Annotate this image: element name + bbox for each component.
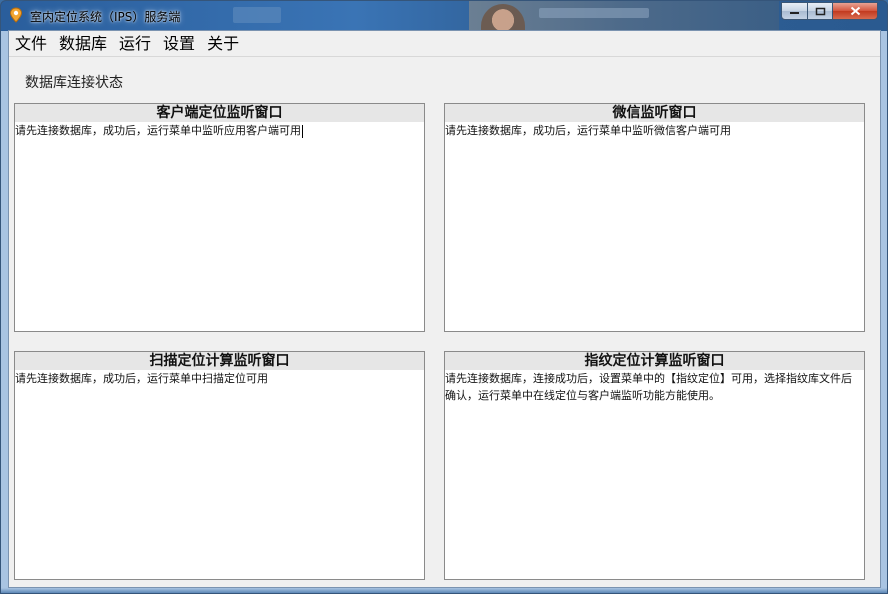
location-pin-icon (9, 7, 23, 23)
menu-settings[interactable]: 设置 (157, 31, 201, 56)
menu-database[interactable]: 数据库 (53, 31, 113, 56)
panel-log-text: 请先连接数据库，连接成功后，设置菜单中的【指纹定位】可用，选择指纹库文件后确认，… (445, 372, 852, 402)
panel-log-textarea[interactable]: 请先连接数据库，连接成功后，设置菜单中的【指纹定位】可用，选择指纹库文件后确认，… (445, 370, 864, 404)
client-area: 文件 数据库 运行 设置 关于 数据库连接状态 客户端定位监听窗口 请先连接数据… (8, 30, 881, 588)
window-bottom-border (1, 588, 887, 593)
title-bar[interactable]: 室内定位系统（IPS）服务端 (1, 1, 887, 31)
panel-title: 扫描定位计算监听窗口 (15, 352, 424, 370)
maximize-icon (815, 7, 825, 15)
panel-title: 指纹定位计算监听窗口 (445, 352, 864, 370)
wechat-monitor-panel: 微信监听窗口 请先连接数据库，成功后，运行菜单中监听微信客户端可用 (444, 103, 865, 332)
panel-log-textarea[interactable]: 请先连接数据库，成功后，运行菜单中监听应用客户端可用 (15, 122, 424, 139)
text-caret (302, 124, 303, 138)
client-location-monitor-panel: 客户端定位监听窗口 请先连接数据库，成功后，运行菜单中监听应用客户端可用 (14, 103, 425, 332)
panel-title: 客户端定位监听窗口 (15, 104, 424, 122)
background-blur (539, 8, 649, 18)
panel-log-text: 请先连接数据库，成功后，运行菜单中监听应用客户端可用 (15, 124, 301, 137)
maximize-button[interactable] (807, 2, 833, 20)
panel-log-text: 请先连接数据库，成功后，运行菜单中扫描定位可用 (15, 372, 268, 385)
minimize-icon (790, 11, 799, 14)
fingerprint-location-monitor-panel: 指纹定位计算监听窗口 请先连接数据库，连接成功后，设置菜单中的【指纹定位】可用，… (444, 351, 865, 580)
scan-location-monitor-panel: 扫描定位计算监听窗口 请先连接数据库，成功后，运行菜单中扫描定位可用 (14, 351, 425, 580)
background-blur (233, 7, 281, 23)
minimize-button[interactable] (781, 2, 808, 20)
menu-bar: 文件 数据库 运行 设置 关于 (9, 31, 880, 57)
db-connection-status: 数据库连接状态 (25, 75, 123, 91)
panel-log-text: 请先连接数据库，成功后，运行菜单中监听微信客户端可用 (445, 124, 731, 137)
menu-file[interactable]: 文件 (9, 31, 53, 56)
menu-run[interactable]: 运行 (113, 31, 157, 56)
close-icon (850, 6, 860, 16)
close-button[interactable] (832, 2, 878, 20)
panel-log-textarea[interactable]: 请先连接数据库，成功后，运行菜单中监听微信客户端可用 (445, 122, 864, 139)
panel-title: 微信监听窗口 (445, 104, 864, 122)
window-title: 室内定位系统（IPS）服务端 (30, 10, 181, 24)
menu-about[interactable]: 关于 (201, 31, 245, 56)
panel-log-textarea[interactable]: 请先连接数据库，成功后，运行菜单中扫描定位可用 (15, 370, 424, 387)
app-window: 室内定位系统（IPS）服务端 文件 数据库 运行 设置 关于 数据库连接状态 客… (0, 0, 888, 594)
